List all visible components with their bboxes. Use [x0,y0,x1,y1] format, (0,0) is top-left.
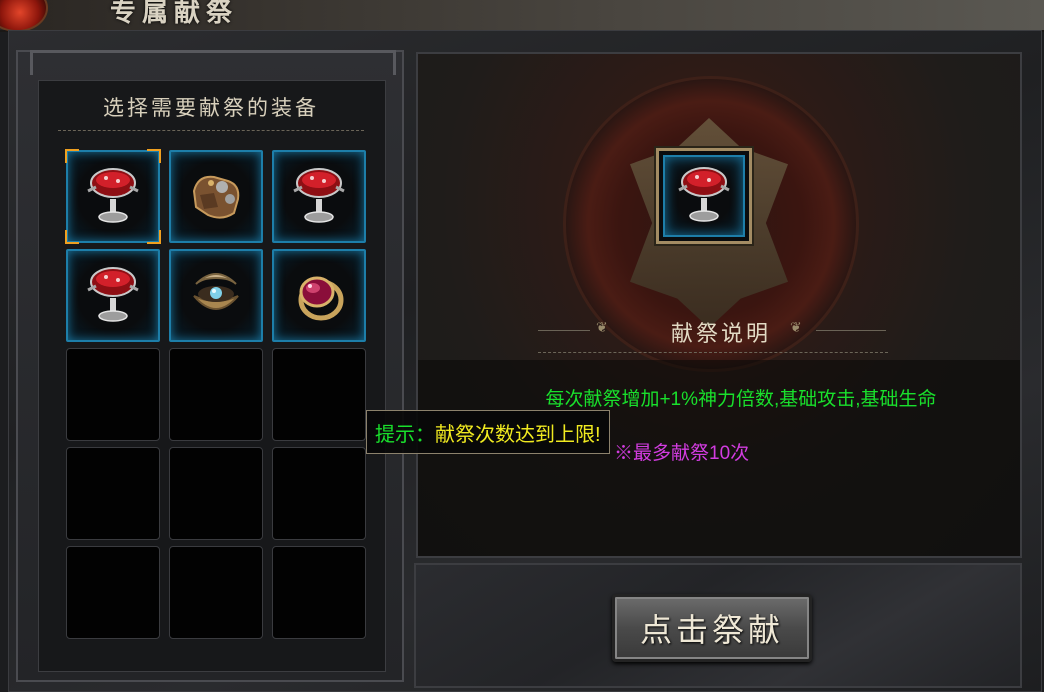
description-line-1: 每次献祭增加+1%神力倍数,基础攻击,基础生命 [545,389,937,410]
equipment-slot[interactable] [65,149,161,244]
equipment-slot[interactable] [272,150,366,243]
limit-tooltip: 提示： 献祭次数达到上限! [366,410,610,454]
explain-line-right [816,330,886,331]
empty-slot[interactable] [66,348,160,441]
chalice-icon [288,163,350,231]
explain-title: 献祭说明 [670,322,771,347]
window-title: 专属献祭 [110,0,239,28]
tooltip-message: 献祭次数达到上限! [435,423,601,446]
sacrifice-button[interactable]: 点击祭献 [612,594,812,662]
empty-slot[interactable] [169,348,263,441]
window-emblem-icon [0,0,48,32]
gauntlet-icon [184,163,248,231]
equipment-slot[interactable] [169,150,263,243]
sacrifice-panel: ❦ 献祭说明 ❦ 每次献祭增加+1%神力倍数,基础攻击,基础生命 ※最多献祭10… [416,52,1022,558]
sacrifice-slot[interactable] [656,148,752,244]
title-bar: 专属献祭 [0,0,1044,32]
empty-slot[interactable] [272,447,366,540]
swirl-right-icon: ❦ [790,320,802,336]
equipment-slot[interactable] [272,249,366,342]
empty-slot[interactable] [66,447,160,540]
chalice-icon [673,162,735,230]
selection-corner [147,149,161,163]
explain-divider [538,352,888,353]
tooltip-label: 提示： [375,423,435,446]
empty-slot[interactable] [272,348,366,441]
equipment-slot[interactable] [66,249,160,342]
shell-icon [186,262,246,330]
equipment-slot[interactable] [169,249,263,342]
description-line-2: ※最多献祭10次 [614,443,750,464]
ruby-ring-icon [289,262,349,330]
panel-cap-decoration [30,50,396,75]
empty-slot[interactable] [272,546,366,639]
empty-slot[interactable] [169,546,263,639]
selection-corner [147,230,161,244]
header-divider [58,130,364,131]
empty-slot[interactable] [66,546,160,639]
chalice-icon [82,262,144,330]
selection-corner [65,230,79,244]
empty-slot[interactable] [169,447,263,540]
equipment-panel-header: 选择需要献祭的装备 [103,96,319,120]
selection-corner [65,149,79,163]
equipment-grid [65,149,366,639]
chalice-icon [82,163,144,231]
